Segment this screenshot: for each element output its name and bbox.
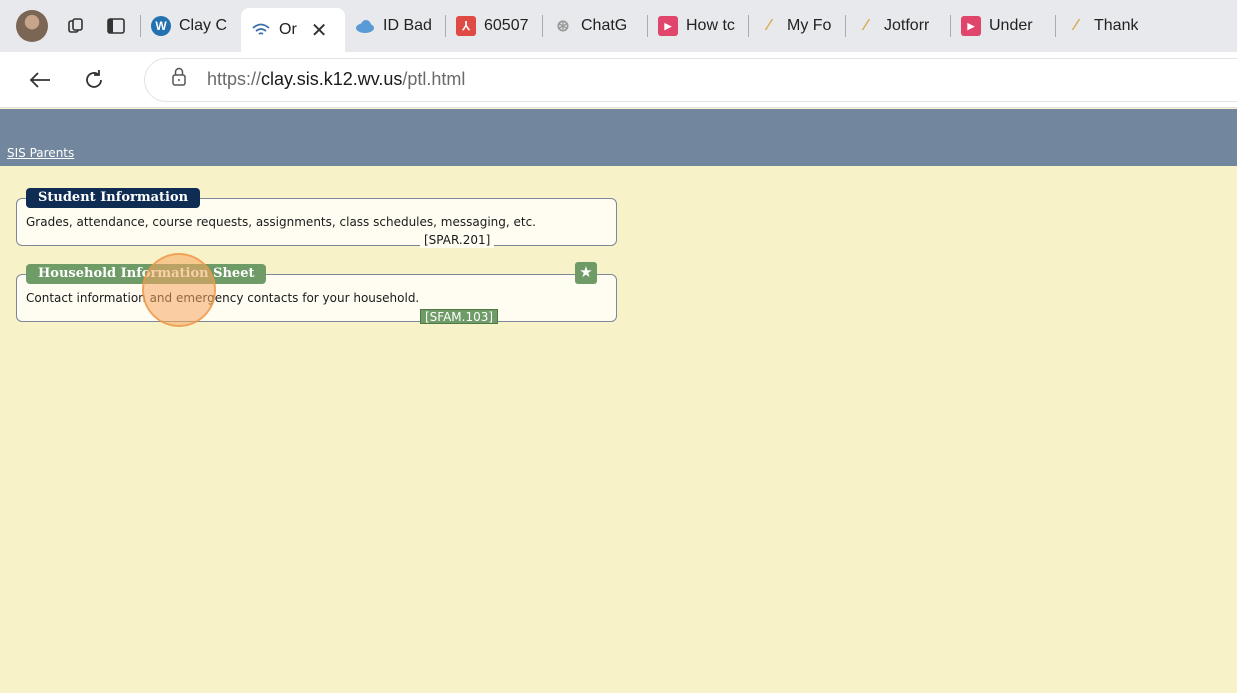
form-icon: ⁄ — [1074, 17, 1078, 34]
tab-title: Under — [989, 17, 1033, 34]
card-description: Grades, attendance, course requests, ass… — [26, 215, 536, 229]
url-scheme: https:// — [207, 69, 262, 89]
tab-strip: W Clay C Or ✕ ID Bad ⅄ 60507 ⊛ ChatG ▶ H… — [0, 0, 1237, 52]
wordpress-icon: W — [151, 16, 171, 36]
tab-chatgpt[interactable]: ⊛ ChatG — [543, 8, 647, 44]
workspaces-icon[interactable] — [58, 8, 94, 44]
browser-toolbar: https://clay.sis.k12.wv.us/ptl.html — [0, 52, 1237, 108]
tab-active[interactable]: Or ✕ — [241, 8, 345, 52]
card-code: [SFAM.103] — [420, 309, 499, 324]
url-host: clay.sis.k12.wv.us — [261, 69, 403, 89]
video-icon: ▶ — [658, 16, 678, 36]
tab-thank[interactable]: ⁄ Thank — [1056, 8, 1152, 44]
tab-my-forms[interactable]: ⁄ My Fo — [749, 8, 845, 44]
tab-title: 60507 — [484, 17, 529, 34]
pdf-icon: ⅄ — [456, 16, 476, 36]
profile-avatar[interactable] — [16, 10, 48, 42]
student-information-card[interactable]: Student Information Grades, attendance, … — [16, 188, 617, 248]
back-icon[interactable] — [18, 58, 62, 102]
tab-actions-icon[interactable] — [98, 8, 134, 44]
tab-title: Jotforr — [884, 17, 930, 34]
tab-under[interactable]: ▶ Under — [951, 8, 1055, 44]
refresh-icon[interactable] — [72, 58, 116, 102]
wifi-icon — [251, 20, 271, 40]
tab-title: How tc — [686, 17, 735, 34]
tab-title: My Fo — [787, 17, 832, 34]
chatgpt-icon: ⊛ — [556, 18, 570, 35]
form-icon: ⁄ — [767, 17, 771, 34]
tab-jotform[interactable]: ⁄ Jotforr — [846, 8, 950, 44]
jotform-icon: ⁄ — [864, 17, 868, 34]
tab-title: Thank — [1094, 17, 1139, 34]
tab-how-to[interactable]: ▶ How tc — [648, 8, 748, 44]
onedrive-cloud-icon — [355, 16, 375, 36]
sis-parents-link[interactable]: SIS Parents — [7, 146, 74, 160]
tab-title: Or — [279, 21, 297, 38]
video-icon: ▶ — [961, 16, 981, 36]
page-header-banner — [0, 109, 1237, 166]
star-icon[interactable]: ★ — [575, 262, 597, 284]
tab-title: ID Bad — [383, 17, 432, 34]
card-title[interactable]: Student Information — [26, 188, 201, 208]
tab-title: Clay C — [179, 17, 228, 34]
close-tab-icon[interactable]: ✕ — [311, 18, 328, 43]
address-bar[interactable]: https://clay.sis.k12.wv.us/ptl.html — [144, 57, 1237, 102]
card-description: Contact information and emergency contac… — [26, 291, 420, 305]
lock-icon[interactable] — [171, 67, 187, 92]
card-title[interactable]: Household Information Sheet — [26, 264, 267, 284]
card-code: [SPAR.201] — [420, 233, 495, 248]
url-path: /ptl.html — [402, 69, 466, 89]
tab-id-badge[interactable]: ID Bad — [345, 8, 445, 44]
tab-title: ChatG — [581, 17, 628, 34]
tab-clay[interactable]: W Clay C — [141, 8, 241, 44]
tab-pdf[interactable]: ⅄ 60507 — [446, 8, 542, 44]
household-information-card[interactable]: Household Information Sheet ★ Contact in… — [16, 262, 617, 324]
